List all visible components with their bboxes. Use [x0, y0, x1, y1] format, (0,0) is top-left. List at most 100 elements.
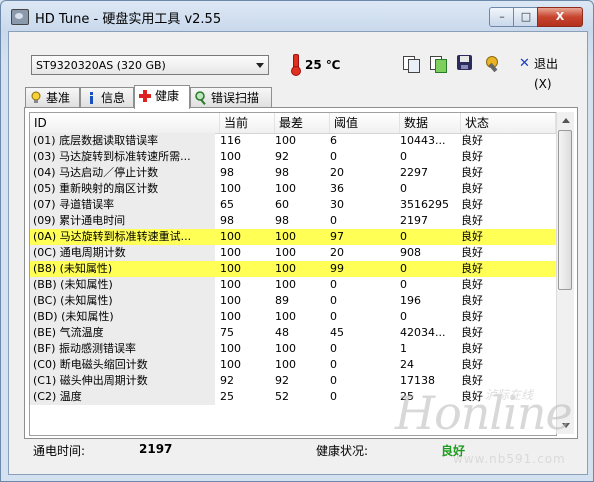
row-data: 3516295 — [400, 198, 449, 211]
row-threshold: 30 — [330, 198, 344, 211]
row-id: (BE) 气流温度 — [30, 325, 215, 341]
watermark-url: www.nb591.com — [453, 452, 566, 466]
row-status: 良好 — [461, 134, 483, 147]
row-data: 24 — [400, 358, 414, 371]
power-on-time-value: 2197 — [139, 442, 173, 456]
table-row[interactable]: (BB) (未知属性) 100 100 0 0 良好 — [30, 277, 556, 293]
row-data: 0 — [400, 278, 407, 291]
row-data: 10443... — [400, 134, 446, 147]
row-id: (C0) 断电磁头缩回计数 — [30, 357, 215, 373]
title-bar[interactable]: HD Tune - 硬盘实用工具 v2.55 – □ X — [1, 1, 593, 31]
watermark-chinese: 泸际在线 — [485, 388, 534, 402]
row-current: 116 — [220, 134, 241, 147]
tab-label: 健康 — [155, 89, 180, 103]
row-worst: 100 — [275, 310, 296, 323]
col-current[interactable]: 当前 — [220, 113, 275, 133]
row-worst: 48 — [275, 326, 289, 339]
row-current: 92 — [220, 374, 234, 387]
row-current: 98 — [220, 214, 234, 227]
save-icon[interactable] — [456, 54, 474, 72]
table-row[interactable]: (05) 重新映射的扇区计数 100 100 36 0 良好 — [30, 181, 556, 197]
tab-health[interactable]: 健康 — [134, 85, 190, 109]
copy-screenshot-icon[interactable] — [429, 54, 447, 73]
exit-button[interactable]: ✕ 退出(X) — [517, 54, 573, 91]
row-current: 100 — [220, 246, 241, 259]
table-row[interactable]: (01) 底层数据读取错误率 116 100 6 10443... 良好 — [30, 133, 556, 149]
row-worst: 100 — [275, 134, 296, 147]
watermark-script: Honline — [395, 386, 573, 440]
row-threshold: 0 — [330, 150, 337, 163]
row-threshold: 0 — [330, 310, 337, 323]
row-worst: 100 — [275, 278, 296, 291]
table-row[interactable]: (03) 马达旋转到标准转速所需... 100 92 0 0 良好 — [30, 149, 556, 165]
table-row[interactable]: (09) 累计通电时间 98 98 0 2197 良好 — [30, 213, 556, 229]
table-row[interactable]: (0A) 马达旋转到标准转速重试... 100 100 97 0 良好 — [30, 229, 556, 245]
table-row[interactable]: (C0) 断电磁头缩回计数 100 100 0 24 良好 — [30, 357, 556, 373]
row-status: 良好 — [461, 358, 483, 371]
table-row[interactable]: (BF) 振动感测错误率 100 100 0 1 良好 — [30, 341, 556, 357]
row-id: (BD) (未知属性) — [30, 309, 215, 325]
row-data: 0 — [400, 150, 407, 163]
row-status: 良好 — [461, 246, 483, 259]
close-button[interactable]: X — [537, 7, 583, 27]
row-current: 100 — [220, 278, 241, 291]
row-current: 100 — [220, 294, 241, 307]
table-row[interactable]: (BE) 气流温度 75 48 45 42034... 良好 — [30, 325, 556, 341]
row-current: 100 — [220, 262, 241, 275]
row-status: 良好 — [461, 214, 483, 227]
table-row[interactable]: (0C) 通电周期计数 100 100 20 908 良好 — [30, 245, 556, 261]
table-row[interactable]: (B8) (未知属性) 100 100 99 0 良好 — [30, 261, 556, 277]
health-cross-icon — [139, 90, 151, 102]
table-header: ID 当前 最差 阈值 数据 状态 — [30, 113, 556, 134]
row-worst: 98 — [275, 214, 289, 227]
table-row[interactable]: (BD) (未知属性) 100 100 0 0 良好 — [30, 309, 556, 325]
row-current: 75 — [220, 326, 234, 339]
row-id: (04) 马达启动／停止计数 — [30, 165, 215, 181]
power-on-time-label: 通电时间: — [33, 444, 86, 458]
minimize-button[interactable]: – — [489, 7, 515, 27]
window-title: HD Tune - 硬盘实用工具 v2.55 — [35, 12, 222, 27]
row-data: 0 — [400, 262, 407, 275]
copy-text-icon[interactable] — [402, 54, 420, 73]
row-worst: 100 — [275, 262, 296, 275]
col-status[interactable]: 状态 — [461, 113, 556, 133]
row-id: (BF) 振动感测错误率 — [30, 341, 215, 357]
row-worst: 60 — [275, 198, 289, 211]
table-row[interactable]: (04) 马达启动／停止计数 98 98 20 2297 良好 — [30, 165, 556, 181]
tab-label: 错误扫描 — [211, 91, 260, 105]
tab-error-scan[interactable]: 错误扫描 — [190, 87, 272, 107]
table-row[interactable]: (07) 寻道错误率 65 60 30 3516295 良好 — [30, 197, 556, 213]
tab-info[interactable]: 信息 — [80, 87, 134, 107]
chevron-down-icon[interactable] — [256, 63, 264, 68]
row-worst: 100 — [275, 358, 296, 371]
drive-select[interactable]: ST9320320AS (320 GB) — [31, 55, 269, 75]
col-id[interactable]: ID — [30, 113, 220, 133]
tab-benchmark[interactable]: 基准 — [25, 87, 80, 107]
row-threshold: 0 — [330, 342, 337, 355]
row-id: (01) 底层数据读取错误率 — [30, 133, 215, 149]
options-icon[interactable] — [483, 54, 501, 73]
tab-label: 基准 — [46, 91, 71, 105]
row-data: 0 — [400, 310, 407, 323]
row-current: 100 — [220, 358, 241, 371]
col-data[interactable]: 数据 — [400, 113, 461, 133]
row-threshold: 97 — [330, 230, 344, 243]
row-current: 65 — [220, 198, 234, 211]
tab-label: 信息 — [101, 91, 126, 105]
row-threshold: 99 — [330, 262, 344, 275]
maximize-button[interactable]: □ — [513, 7, 539, 27]
toolbar: ST9320320AS (320 GB) 25 ℃ ✕ 退出(X) — [9, 32, 587, 91]
scroll-up-icon[interactable] — [557, 112, 574, 129]
table-row[interactable]: (BC) (未知属性) 100 89 0 196 良好 — [30, 293, 556, 309]
row-current: 100 — [220, 230, 241, 243]
row-current: 100 — [220, 150, 241, 163]
health-status-label: 健康状况: — [316, 444, 369, 458]
row-id: (BC) (未知属性) — [30, 293, 215, 309]
scroll-thumb[interactable] — [558, 130, 572, 290]
col-worst[interactable]: 最差 — [275, 113, 330, 133]
row-threshold: 0 — [330, 294, 337, 307]
row-worst: 98 — [275, 166, 289, 179]
col-threshold[interactable]: 阈值 — [330, 113, 400, 133]
row-status: 良好 — [461, 326, 483, 339]
row-current: 100 — [220, 182, 241, 195]
